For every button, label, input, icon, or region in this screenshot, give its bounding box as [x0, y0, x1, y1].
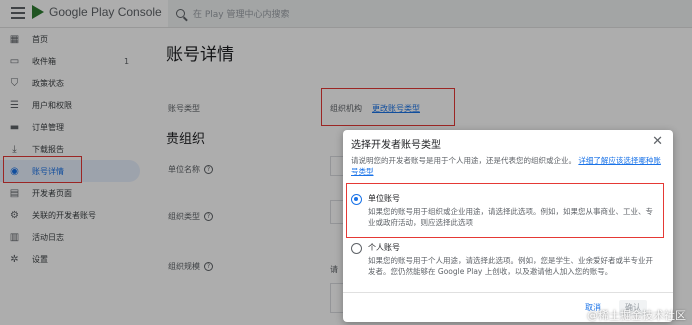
close-icon[interactable]: ✕ — [652, 134, 663, 149]
dialog-description-text: 请说明您的开发者账号是用于个人用途，还是代表您的组织或企业。 — [351, 156, 576, 165]
watermark: @稀土掘金技术社区 — [587, 309, 686, 322]
highlight-box — [346, 183, 664, 238]
account-type-dialog: 选择开发者账号类型 ✕ 请说明您的开发者账号是用于个人用途，还是代表您的组织或企… — [343, 130, 673, 322]
option-personal-account[interactable]: 个人账号 如果您的账号用于个人用途，请选择此选项。例如，您是学生、业余爱好者或半… — [351, 242, 663, 284]
option-title: 个人账号 — [368, 243, 400, 252]
dialog-title: 选择开发者账号类型 — [351, 140, 441, 151]
option-description: 如果您的账号用于个人用途，请选择此选项。例如，您是学生、业余爱好者或半专业开发者… — [368, 256, 653, 276]
dialog-description: 请说明您的开发者账号是用于个人用途，还是代表您的组织或企业。 详细了解应该选择哪… — [351, 155, 663, 177]
radio-personal[interactable] — [351, 243, 362, 254]
